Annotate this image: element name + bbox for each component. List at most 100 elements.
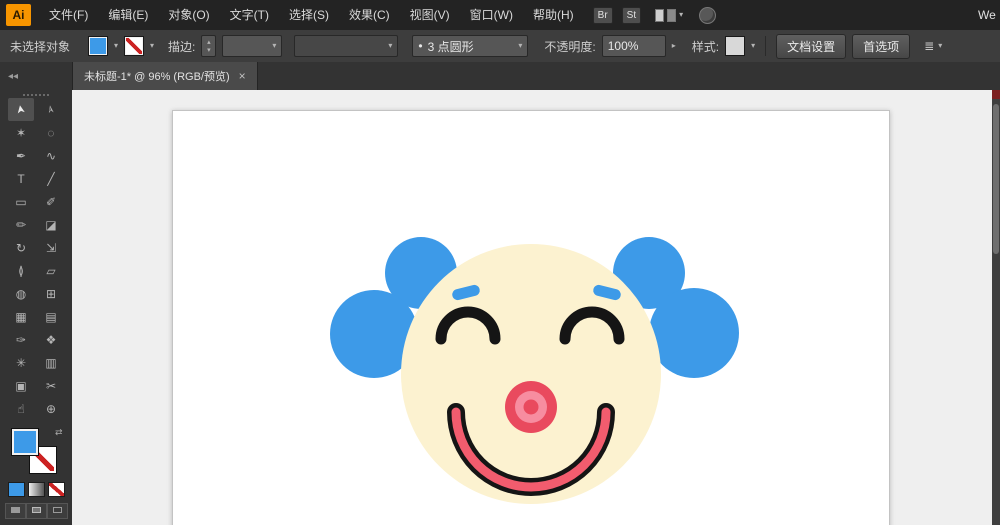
width-icon: ≬	[18, 263, 24, 278]
brush-definition-combo[interactable]: • 3 点圆形 ▾	[412, 35, 529, 57]
rotate-tool[interactable]: ↻	[8, 236, 34, 259]
draw-behind-button[interactable]	[25, 503, 47, 519]
slice-tool[interactable]: ✂	[38, 374, 64, 397]
menu-view[interactable]: 视图(V)	[400, 0, 460, 30]
workspace-switcher[interactable]: We	[978, 8, 1000, 22]
zoom-icon: ⊕	[45, 401, 57, 416]
opacity-value: 100%	[607, 39, 639, 53]
direct-selection-tool[interactable]: ➢	[38, 98, 64, 121]
blend-tool[interactable]: ❖	[38, 328, 64, 351]
width-profile-combo[interactable]: ▾	[294, 35, 399, 57]
hand-tool[interactable]: ☝	[8, 397, 34, 420]
document-tab-title: 未标题-1* @ 96% (RGB/预览)	[84, 71, 230, 83]
gradient-button[interactable]	[27, 482, 45, 497]
chevron-down-icon[interactable]: ▾	[150, 42, 154, 50]
panel-grip[interactable]	[23, 94, 49, 96]
menu-select[interactable]: 选择(S)	[279, 0, 339, 30]
bridge-button[interactable]: Br	[592, 6, 613, 24]
scale-tool[interactable]: ⇲	[38, 236, 64, 259]
free-transform-tool[interactable]: ▱	[38, 259, 64, 282]
menu-object[interactable]: 对象(O)	[158, 0, 219, 30]
draw-normal-button[interactable]	[4, 503, 26, 519]
align-panel-button[interactable]: ≣ ▾	[924, 39, 942, 53]
shape-builder-tool[interactable]: ◍	[8, 282, 34, 305]
illustrator-window: Ai 文件(F) 编辑(E) 对象(O) 文字(T) 选择(S) 效果(C) 视…	[0, 0, 1000, 525]
style-swatch[interactable]	[725, 36, 746, 56]
eraser-tool[interactable]: ◪	[38, 213, 64, 236]
stroke-color-swatch[interactable]	[124, 36, 145, 56]
menu-window[interactable]: 窗口(W)	[460, 0, 523, 30]
gradient-tool[interactable]: ▤	[38, 305, 64, 328]
perspective-grid-tool[interactable]: ⊞	[38, 282, 64, 305]
rectangle-icon: ▭	[15, 194, 27, 209]
menu-edit[interactable]: 编辑(E)	[98, 0, 158, 30]
tool-grid: ➤ ➢ ✶ ◌ ✒ ∿ T ╱ ▭ ✐ ✏ ◪ ↻ ⇲ ≬ ▱ ◍ ⊞ ▦ ▤ …	[8, 98, 64, 420]
symbol-sprayer-tool[interactable]: ✳	[8, 351, 34, 374]
pencil-tool[interactable]: ✏	[8, 213, 34, 236]
spinner-down-icon[interactable]: ▾	[207, 47, 211, 54]
type-tool[interactable]: T	[8, 167, 34, 190]
hair-right-bottom[interactable]	[649, 288, 739, 378]
close-tab-icon[interactable]: ×	[239, 69, 246, 83]
symbol-sprayer-icon: ✳	[15, 355, 27, 370]
menu-effect[interactable]: 效果(C)	[339, 0, 400, 30]
stroke-weight-stepper[interactable]: ▴ ▾	[201, 35, 217, 57]
sync-icon[interactable]	[699, 6, 717, 24]
line-icon: ╱	[47, 171, 55, 186]
spinner-up-icon[interactable]: ▴	[207, 39, 211, 46]
clown-face[interactable]	[401, 244, 661, 504]
curvature-tool[interactable]: ∿	[38, 144, 64, 167]
fill-color-swatch[interactable]	[88, 36, 108, 56]
rectangle-tool[interactable]: ▭	[8, 190, 34, 213]
chevron-down-icon[interactable]: ▾	[751, 42, 755, 50]
vertical-scrollbar[interactable]	[992, 90, 1000, 525]
stock-button[interactable]: St	[621, 6, 642, 24]
nose-dot[interactable]	[523, 399, 539, 415]
width-tool[interactable]: ≬	[8, 259, 34, 282]
paintbrush-tool[interactable]: ✐	[38, 190, 64, 213]
scrollbar-thumb[interactable]	[993, 104, 999, 254]
draw-inside-button[interactable]	[46, 503, 68, 519]
fill-swatch[interactable]	[11, 428, 39, 456]
magic-wand-tool[interactable]: ✶	[8, 121, 34, 144]
free-transform-icon: ▱	[46, 263, 56, 278]
zoom-tool[interactable]: ⊕	[38, 397, 64, 420]
stroke-weight-combo[interactable]: ▾	[222, 35, 283, 57]
lasso-tool[interactable]: ◌	[38, 121, 64, 144]
scrollbar-top-marker	[992, 90, 1000, 99]
document-setup-button[interactable]: 文档设置	[776, 33, 847, 59]
clown-artwork[interactable]	[173, 111, 889, 525]
artboard[interactable]	[172, 110, 890, 525]
selection-tool[interactable]: ➤	[8, 98, 34, 121]
menu-type[interactable]: 文字(T)	[220, 0, 279, 30]
perspective-grid-icon: ⊞	[45, 286, 57, 301]
chevron-down-icon[interactable]: ▾	[114, 42, 118, 50]
magic-wand-icon: ✶	[15, 125, 27, 140]
selection-status: 未选择对象	[10, 39, 71, 54]
swap-fill-stroke-icon[interactable]: ⇄	[55, 427, 63, 438]
document-tab[interactable]: 未标题-1* @ 96% (RGB/预览) ×	[72, 62, 258, 90]
column-graph-tool[interactable]: ▥	[38, 351, 64, 374]
arrange-doc-icon	[655, 8, 665, 22]
color-button[interactable]	[7, 482, 25, 497]
brush-name: 3 点圆形	[427, 39, 474, 54]
collapse-panels-icon[interactable]: ◂◂	[0, 62, 72, 90]
artboard-tool[interactable]: ▣	[8, 374, 34, 397]
menu-file[interactable]: 文件(F)	[39, 0, 98, 30]
none-button[interactable]	[47, 482, 65, 497]
chevron-down-icon: ▾	[518, 41, 523, 50]
opacity-combo[interactable]: 100%	[601, 35, 666, 57]
chevron-down-icon: ▾	[388, 41, 393, 50]
line-tool[interactable]: ╱	[38, 167, 64, 190]
canvas-pasteboard[interactable]	[72, 90, 992, 525]
eyedropper-icon: ✑	[15, 332, 27, 347]
eyedropper-tool[interactable]: ✑	[8, 328, 34, 351]
mesh-tool[interactable]: ▦	[8, 305, 34, 328]
menu-help[interactable]: 帮助(H)	[523, 0, 584, 30]
arrange-documents-button[interactable]: ▾	[655, 8, 683, 22]
curvature-icon: ∿	[45, 148, 57, 163]
chevron-right-icon[interactable]: ▸	[672, 42, 676, 50]
preferences-button[interactable]: 首选项	[852, 33, 911, 59]
gradient-icon: ▤	[45, 309, 57, 324]
pen-tool[interactable]: ✒	[8, 144, 34, 167]
